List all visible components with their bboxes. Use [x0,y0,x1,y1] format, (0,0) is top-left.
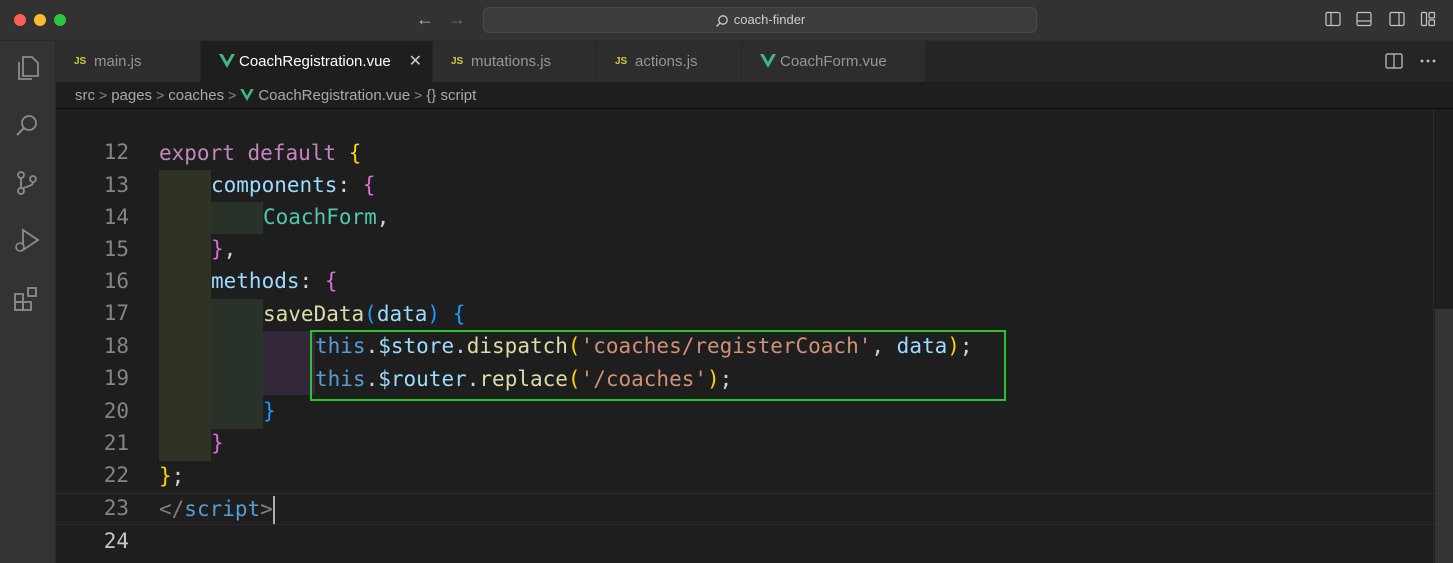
close-tab-icon[interactable]: ✕ [409,41,422,82]
breadcrumb-separator: > [228,87,237,103]
tab-mutations-js[interactable]: JS mutations.js [433,41,597,82]
more-actions-icon[interactable] [1419,53,1437,74]
tab-label: CoachRegistration.vue [239,53,391,70]
split-editor-icon[interactable] [1385,53,1403,74]
tab-label: actions.js [635,53,698,70]
javascript-file-icon: JS [615,56,628,67]
vertical-scrollbar-thumb[interactable] [1435,309,1453,563]
code-line: 12 [56,104,1453,164]
close-window-button[interactable] [14,14,26,26]
code-text: CoachForm, [263,205,390,229]
code-text: </script> [159,493,275,525]
code-line: 23 }; [56,460,1453,520]
line-number: 24 [103,529,129,553]
tab-label: main.js [94,53,142,70]
explorer-icon[interactable] [12,53,42,83]
code-text: } [263,399,276,423]
run-debug-icon[interactable] [12,225,42,255]
vue-file-icon [219,41,235,82]
code-text: export default { [159,141,362,165]
title-bar: ← → coach-finder [0,0,1453,41]
javascript-file-icon: JS [451,56,464,67]
code-text: methods: { [211,269,338,293]
tab-coach-registration-vue[interactable]: CoachRegistration.vue ✕ [201,41,433,82]
extensions-icon[interactable] [12,284,42,314]
vue-file-icon [240,88,255,101]
breadcrumb-separator: > [99,87,108,103]
code-line: 22 } [56,427,1453,487]
zoom-window-button[interactable] [54,14,66,26]
code-line: 15 CoachForm, [56,201,1453,261]
source-control-icon[interactable] [12,168,42,198]
editor-tab-bar: JS main.js CoachRegistration.vue ✕ JS mu… [56,41,1453,82]
javascript-file-icon: JS [74,56,87,67]
tab-label: mutations.js [471,53,552,70]
code-text: saveData(data) { [263,302,466,326]
activity-bar [0,41,56,563]
code-line: 13 export default { [56,137,1453,197]
code-text: }; [159,464,185,488]
code-line: 17 methods: { [56,265,1453,325]
code-line: 14 components: { [56,169,1453,229]
back-arrow-icon[interactable]: ← [416,9,434,29]
tab-main-js[interactable]: JS main.js [56,41,201,82]
highlight-annotation-box [310,330,1006,401]
code-text: }, [211,237,237,261]
toggle-secondary-sidebar-icon[interactable] [1389,11,1405,27]
code-editor[interactable]: 12 13 export default { 14 components: { … [56,109,1453,563]
code-line: 18 saveData(data) { [56,298,1453,358]
breadcrumb-item-symbol[interactable]: {} script [426,87,476,104]
scrollbar-track [1433,109,1434,563]
command-center-search[interactable]: coach-finder [483,7,1037,33]
breadcrumb-item-file[interactable]: CoachRegistration.vue [258,87,410,104]
search-text: coach-finder [733,12,806,27]
search-icon[interactable] [12,111,42,141]
tab-label: CoachForm.vue [780,53,887,70]
tab-actions-js[interactable]: JS actions.js [597,41,742,82]
forward-arrow-icon[interactable]: → [448,9,466,29]
breadcrumb-item-pages[interactable]: pages [111,87,152,104]
customize-layout-icon[interactable] [1420,11,1436,27]
search-icon [715,14,728,27]
breadcrumb-item-src[interactable]: src [75,87,95,104]
breadcrumb-separator: > [156,87,165,103]
code-text: components: { [211,173,376,197]
code-text: } [211,431,224,455]
breadcrumb-separator: > [414,87,423,103]
code-line: 24 </script> [56,493,1453,553]
minimize-window-button[interactable] [34,14,46,26]
toggle-panel-icon[interactable] [1356,11,1372,27]
tab-coach-form-vue[interactable]: CoachForm.vue [742,41,926,82]
code-line: 16 }, [56,233,1453,293]
breadcrumb-item-coaches[interactable]: coaches [168,87,224,104]
toggle-primary-sidebar-icon[interactable] [1325,11,1341,27]
vue-file-icon [760,41,776,82]
text-cursor [272,496,275,524]
